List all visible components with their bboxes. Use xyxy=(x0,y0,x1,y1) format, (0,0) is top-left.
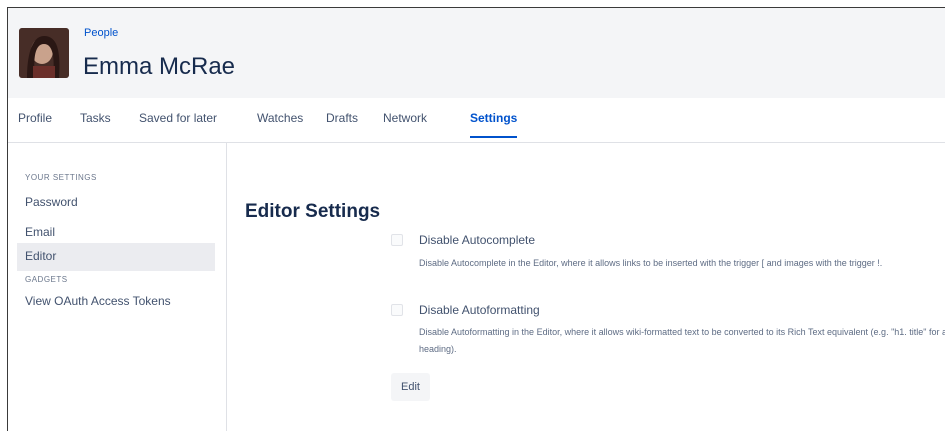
edit-button[interactable]: Edit xyxy=(391,373,430,401)
sidebar-item-editor[interactable]: Editor xyxy=(17,243,215,271)
editor-settings-heading: Editor Settings xyxy=(245,201,381,222)
main-content: Editor Settings Disable Autocomplete Dis… xyxy=(227,143,945,431)
tab-watches[interactable]: Watches xyxy=(257,111,303,136)
disable-autoformatting-description: Disable Autoformatting in the Editor, wh… xyxy=(419,327,945,354)
sidebar-item-oauth-tokens[interactable]: View OAuth Access Tokens xyxy=(17,290,175,313)
tab-drafts[interactable]: Drafts xyxy=(326,111,358,136)
disable-autoformatting-label: Disable Autoformatting xyxy=(419,303,540,317)
page-title: Emma McRae xyxy=(83,53,236,80)
tab-settings[interactable]: Settings xyxy=(470,111,518,138)
your-settings-heading: YOUR SETTINGS xyxy=(25,173,97,182)
tab-saved-for-later[interactable]: Saved for later xyxy=(139,111,217,136)
disable-autocomplete-checkbox[interactable] xyxy=(391,234,403,246)
tab-profile[interactable]: Profile xyxy=(18,111,52,136)
sidebar-item-password[interactable]: Password xyxy=(17,191,215,214)
disable-autocomplete-description: Disable Autocomplete in the Editor, wher… xyxy=(419,258,883,268)
sidebar-item-email[interactable]: Email xyxy=(17,221,215,244)
tab-network[interactable]: Network xyxy=(383,111,427,136)
breadcrumb-people-link[interactable]: People xyxy=(84,27,118,39)
settings-sidebar: YOUR SETTINGS Password Email Editor GADG… xyxy=(8,143,227,431)
disable-autocomplete-label: Disable Autocomplete xyxy=(419,233,536,247)
app-frame: People Emma McRae Profile Tasks Saved fo… xyxy=(7,7,945,431)
disable-autoformatting-checkbox[interactable] xyxy=(391,304,403,316)
profile-header: People Emma McRae xyxy=(8,8,945,99)
tab-tasks[interactable]: Tasks xyxy=(80,111,111,136)
avatar-photo xyxy=(19,28,69,78)
gadgets-heading: GADGETS xyxy=(25,275,68,284)
profile-tabs: Profile Tasks Saved for later Watches Dr… xyxy=(8,98,945,143)
avatar xyxy=(19,28,69,78)
